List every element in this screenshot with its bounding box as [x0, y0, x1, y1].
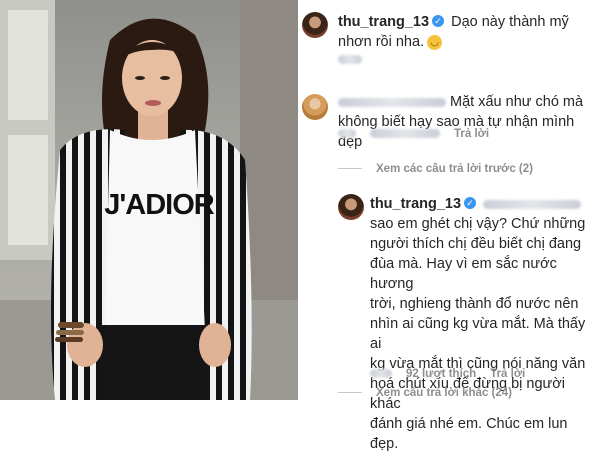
comments-panel: thu_trang_13 ✓ Dạo này thành mỹ nhơn rồi …: [302, 0, 600, 452]
redacted-likes: [370, 129, 440, 139]
post-photo: J'ADIOR: [0, 0, 300, 400]
username-link[interactable]: thu_trang_13: [370, 196, 461, 212]
reply-line-4: trời, nghieng thành đổ nước nên: [370, 296, 579, 312]
reply-line-1: sao em ghét chị vậy? Chứ những: [370, 216, 586, 232]
view-previous-replies[interactable]: Xem các câu trả lời trước (2): [338, 163, 533, 175]
reply-thread-line: [338, 168, 362, 170]
username-link[interactable]: thu_trang_13: [338, 14, 429, 30]
redacted-mention: [483, 199, 582, 209]
view-more-label[interactable]: Xem câu trả lời khác (24): [376, 387, 512, 399]
verified-badge-icon: ✓: [432, 15, 445, 28]
redacted-timestamp: [338, 55, 362, 65]
redacted-timestamp: [370, 369, 392, 379]
redacted-timestamp: [338, 129, 356, 139]
avatar[interactable]: [302, 94, 328, 120]
caption-row: thu_trang_13 ✓ Dạo này thành mỹ nhơn rồi …: [338, 12, 598, 52]
caption-meta: [338, 54, 362, 66]
redacted-username: [338, 97, 446, 107]
avatar[interactable]: [338, 194, 364, 220]
reply-link[interactable]: Trả lời: [454, 128, 489, 140]
reply-meta: 92 lượt thích Trả lời: [370, 368, 525, 380]
shirt-print: J'ADIOR: [104, 189, 214, 221]
reply-row: thu_trang_13 ✓ sao em ghét chị vậy? Chứ n…: [370, 194, 598, 454]
comment-row: Mặt xấu như chó mà không biết hạy sao mà…: [338, 92, 598, 152]
reply-thread-line: [338, 392, 362, 394]
comment-text-line1: Mặt xấu như chó mà: [450, 94, 584, 110]
reply-link[interactable]: Trả lời: [490, 368, 525, 380]
reply-line-2: người thích chị đều biết chị đang: [370, 236, 582, 252]
like-count[interactable]: 92 lượt thích: [406, 368, 476, 380]
comment-meta: Trả lời: [338, 128, 489, 140]
reply-line-3: đùa mà. Hay vì em sắc nước hương: [370, 256, 557, 292]
verified-badge-icon: ✓: [464, 197, 477, 210]
view-previous-label[interactable]: Xem các câu trả lời trước (2): [376, 163, 533, 175]
view-more-replies[interactable]: Xem câu trả lời khác (24): [338, 387, 512, 399]
reply-line-8: đánh giá nhé em. Chúc em lun đẹp.: [370, 416, 568, 452]
avatar[interactable]: [302, 12, 328, 38]
reply-line-5: nhìn ai cũng kg vừa mắt. Mà thấy ai: [370, 316, 586, 352]
relieved-face-emoji-icon: ◡: [427, 34, 443, 50]
